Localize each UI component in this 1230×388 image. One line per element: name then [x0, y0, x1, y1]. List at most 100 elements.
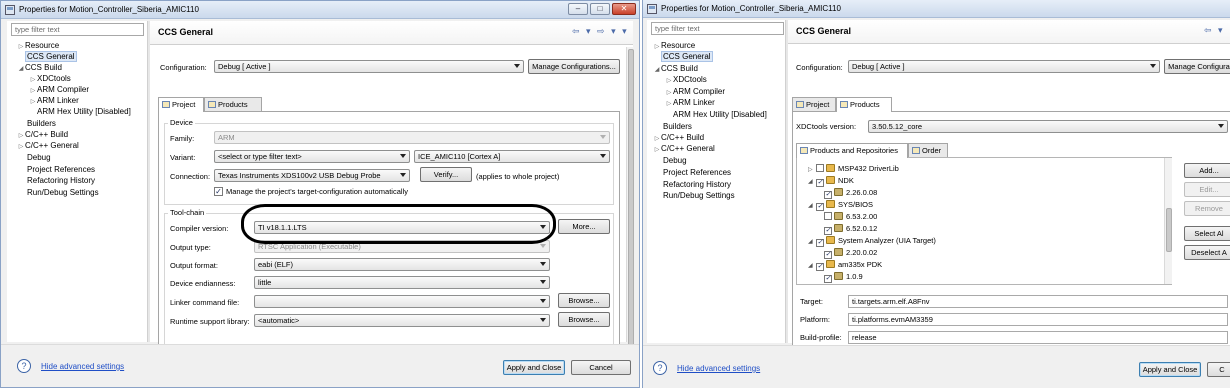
linker-cmd-select[interactable] — [254, 295, 550, 308]
expand-arrow-icon[interactable]: ▷ — [17, 142, 25, 152]
tree-item-xdctools[interactable]: ▷ XDCtools — [29, 74, 71, 85]
product-checkbox[interactable] — [816, 203, 824, 211]
tree-item-builders[interactable]: Builders — [27, 119, 56, 129]
maximize-button[interactable]: □ — [590, 3, 610, 15]
tree-item-arm-hex-utility[interactable]: ARM Hex Utility [Disabled] — [673, 110, 767, 120]
more-button[interactable]: More... — [558, 219, 610, 234]
product-checkbox[interactable] — [824, 212, 832, 220]
tree-item-cpp-build[interactable]: ▷ C/C++ Build — [653, 133, 704, 144]
platform-input[interactable]: ti.platforms.evmAM3359 — [848, 313, 1228, 326]
nav-arrows-icon[interactable]: ⇦ ▾ ⇨ ▾ ▾ — [572, 26, 629, 37]
vertical-scrollbar[interactable] — [626, 47, 634, 349]
collapse-arrow-icon[interactable]: ◢ — [653, 65, 661, 75]
help-icon[interactable]: ? — [17, 359, 31, 373]
tab-products[interactable]: Products — [836, 97, 892, 112]
product-checkbox[interactable] — [816, 179, 824, 187]
collapse-arrow-icon[interactable]: ◢ — [17, 64, 25, 74]
expand-arrow-icon[interactable]: ▷ — [653, 42, 661, 52]
tree-item-cpp-general[interactable]: ▷ C/C++ General — [17, 141, 79, 152]
linker-browse-button[interactable]: Browse... — [558, 293, 610, 308]
product-ndk[interactable]: ◢NDK — [808, 176, 854, 187]
configuration-select[interactable]: Debug [ Active ] — [848, 60, 1160, 73]
expand-arrow-icon[interactable]: ▷ — [665, 88, 673, 98]
tree-item-xdctools[interactable]: ▷ XDCtools — [665, 75, 707, 86]
minimize-button[interactable]: – — [568, 3, 588, 15]
hide-advanced-link[interactable]: Hide advanced settings — [677, 364, 760, 373]
output-format-select[interactable]: eabi (ELF) — [254, 258, 550, 271]
tab-project[interactable]: Project — [792, 97, 836, 111]
product-msp432[interactable]: ▷ MSP432 DriverLib — [808, 164, 899, 175]
expand-arrow-icon[interactable]: ▷ — [665, 99, 673, 109]
manage-target-checkbox[interactable] — [214, 187, 223, 196]
tree-item-refactoring-history[interactable]: Refactoring History — [663, 180, 731, 190]
product-checkbox[interactable] — [816, 164, 824, 172]
tree-item-arm-compiler[interactable]: ▷ ARM Compiler — [665, 87, 725, 98]
manage-configurations-button[interactable]: Manage Configura — [1164, 59, 1230, 74]
tree-item-project-references[interactable]: Project References — [663, 168, 731, 178]
close-button[interactable]: ✕ — [612, 3, 636, 15]
select-all-button[interactable]: Select Al — [1184, 226, 1230, 241]
tree-item-builders[interactable]: Builders — [663, 122, 692, 132]
runtime-select[interactable]: <automatic> — [254, 314, 550, 327]
tree-item-arm-linker[interactable]: ▷ ARM Linker — [665, 98, 715, 109]
tree-item-arm-linker[interactable]: ▷ ARM Linker — [29, 96, 79, 107]
cancel-button[interactable]: C — [1207, 362, 1230, 377]
filter-input[interactable]: type filter text — [651, 22, 784, 35]
apply-and-close-button[interactable]: Apply and Close — [503, 360, 565, 375]
nav-arrows-icon[interactable]: ⇦ ▾ — [1204, 25, 1225, 36]
apply-and-close-button[interactable]: Apply and Close — [1139, 362, 1201, 377]
expand-arrow-icon[interactable]: ▷ — [29, 75, 37, 85]
tree-item-run-debug-settings[interactable]: Run/Debug Settings — [663, 191, 735, 201]
product-checkbox[interactable] — [816, 239, 824, 247]
tab-project[interactable]: Project — [158, 97, 204, 112]
scrollbar-thumb[interactable] — [628, 49, 634, 349]
tree-item-arm-hex-utility[interactable]: ARM Hex Utility [Disabled] — [37, 107, 131, 117]
manage-configurations-button[interactable]: Manage Configurations... — [528, 59, 620, 74]
product-checkbox[interactable] — [824, 251, 832, 259]
tree-item-run-debug-settings[interactable]: Run/Debug Settings — [27, 188, 99, 198]
expand-arrow-icon[interactable]: ▷ — [653, 145, 661, 155]
product-system-analyzer[interactable]: ◢System Analyzer (UIA Target) — [808, 236, 936, 247]
product-am335x-pdk-version[interactable]: 1.0.9 — [824, 272, 863, 283]
tree-item-debug[interactable]: Debug — [663, 156, 687, 166]
target-input[interactable]: ti.targets.arm.elf.A8Fnv — [848, 295, 1228, 308]
expand-arrow-icon[interactable]: ▷ — [653, 134, 661, 144]
product-sysbios-version[interactable]: 6.52.0.12 — [824, 224, 877, 235]
subtab-products-repositories[interactable]: Products and Repositories — [796, 143, 908, 158]
tree-item-ccs-general[interactable]: CCS General — [661, 51, 713, 62]
hide-advanced-link[interactable]: Hide advanced settings — [41, 362, 124, 371]
tree-item-ccs-build[interactable]: ◢ CCS Build — [653, 64, 698, 75]
tree-item-project-references[interactable]: Project References — [27, 165, 95, 175]
product-checkbox[interactable] — [816, 263, 824, 271]
build-profile-input[interactable]: release — [848, 331, 1228, 344]
tree-item-refactoring-history[interactable]: Refactoring History — [27, 176, 95, 186]
tab-products[interactable]: Products — [204, 97, 262, 111]
runtime-browse-button[interactable]: Browse... — [558, 312, 610, 327]
expand-arrow-icon[interactable]: ▷ — [17, 42, 25, 52]
verify-button[interactable]: Verify... — [420, 167, 472, 182]
expand-arrow-icon[interactable]: ▷ — [29, 86, 37, 96]
tree-item-cpp-build[interactable]: ▷ C/C++ Build — [17, 130, 68, 141]
product-system-analyzer-version[interactable]: 2.20.0.02 — [824, 248, 877, 259]
tree-item-ccs-general[interactable]: CCS General — [25, 51, 77, 62]
deselect-all-button[interactable]: Deselect A — [1184, 245, 1230, 260]
product-checkbox[interactable] — [824, 275, 832, 283]
products-scrollbar[interactable] — [1164, 158, 1172, 284]
product-sysbios[interactable]: ◢SYS/BIOS — [808, 200, 873, 211]
endianness-select[interactable]: little — [254, 276, 550, 289]
product-sysbios-version[interactable]: 6.53.2.00 — [824, 212, 877, 222]
tree-item-arm-compiler[interactable]: ▷ ARM Compiler — [29, 85, 89, 96]
tree-item-cpp-general[interactable]: ▷ C/C++ General — [653, 144, 715, 155]
product-am335x-pdk[interactable]: ◢am335x PDK — [808, 260, 882, 271]
help-icon[interactable]: ? — [653, 361, 667, 375]
scrollbar-thumb[interactable] — [1166, 208, 1172, 252]
tree-item-debug[interactable]: Debug — [27, 153, 51, 163]
product-ndk-version[interactable]: 2.26.0.08 — [824, 188, 877, 199]
configuration-select[interactable]: Debug [ Active ] — [214, 60, 524, 73]
expand-arrow-icon[interactable]: ▷ — [665, 76, 673, 86]
variant-filter-input[interactable]: <select or type filter text> — [214, 150, 410, 163]
product-checkbox[interactable] — [824, 227, 832, 235]
connection-select[interactable]: Texas Instruments XDS100v2 USB Debug Pro… — [214, 169, 410, 182]
expand-arrow-icon[interactable]: ▷ — [29, 97, 37, 107]
variant-device-select[interactable]: ICE_AMIC110 [Cortex A] — [414, 150, 610, 163]
